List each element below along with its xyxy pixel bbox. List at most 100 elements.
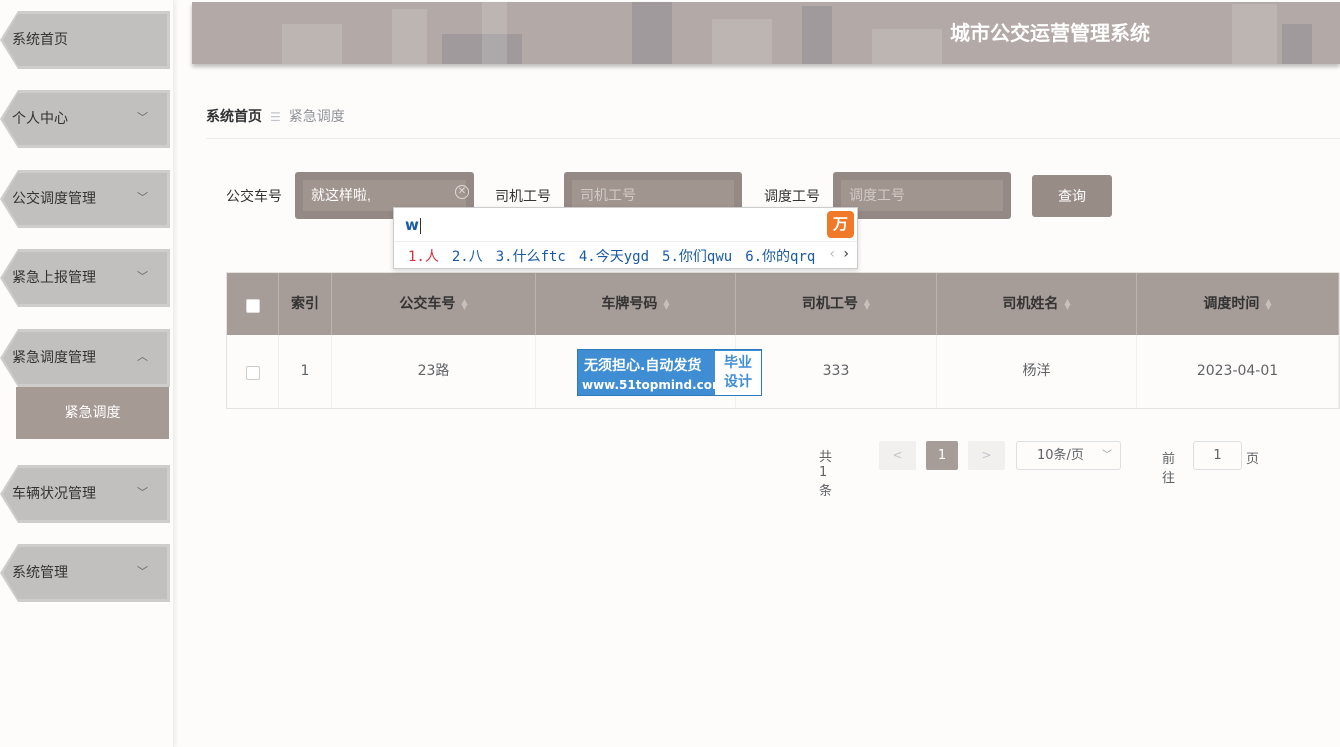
driver-id-label: 司机工号 [495,189,551,205]
column-header[interactable]: 司机姓名 ▲ ▼ [937,273,1137,335]
chevron-down-icon: ﹀ [1102,450,1112,461]
ime-composition-text: w [405,216,419,234]
sidebar-item-label: 系统首页 [12,32,68,48]
column-header[interactable]: 车牌号码 ▲ ▼ [536,273,736,335]
ime-candidate[interactable]: 4.今天ygd [579,249,649,265]
ime-candidate[interactable]: 5.你们qwu [662,249,732,265]
sidebar-item-emergency-dispatch[interactable]: 紧急调度管理 ︿ [0,329,170,387]
sidebar-item-label: 车辆状况管理 [12,486,96,502]
chevron-down-icon: ﹀ [137,270,148,283]
divider [394,241,857,242]
watermark-badge: 无须担心.自动发货 www.51topmind.com 毕业 设计 [577,349,762,396]
skyline-decoration [1232,4,1277,64]
sort-icon[interactable]: ▲ ▼ [1064,298,1070,311]
breadcrumb-home[interactable]: 系统首页 [206,109,262,125]
chevron-down-icon: ﹀ [137,191,148,204]
chevron-left-icon[interactable]: ‹ [829,246,835,262]
column-header-label: 索引 [291,296,319,312]
sort-icon[interactable]: ▲ ▼ [461,298,467,311]
chevron-down-icon: ﹀ [137,565,148,578]
sort-icon[interactable]: ▲ ▼ [1265,298,1271,311]
table-cell: 333 [736,335,937,408]
column-header-label: 司机姓名 [1002,296,1059,312]
chevron-up-icon: ︿ [137,350,148,363]
skyline-decoration [632,2,672,64]
chevron-right-icon[interactable]: › [843,246,849,262]
sidebar-item-label: 公交调度管理 [12,191,96,207]
table-cell: 23路 [332,335,536,408]
table-cell: 2023-04-01 [1137,335,1339,408]
ime-candidate-popup: w 万 1.人 2.八 3.什么ftc 4.今天ygd 5.你们qwu 6.你的qrq ‹… [393,207,858,269]
watermark-box-line: 设计 [724,374,752,390]
sidebar-item-bus-dispatch[interactable]: 公交调度管理 ﹀ [0,170,170,228]
ime-composition: w [405,216,421,234]
column-header-label: 司机工号 [801,296,858,312]
page-suffix-label: 页 [1246,452,1260,467]
sidebar-item-label: 系统管理 [12,565,68,581]
skyline-decoration [802,6,832,64]
sidebar-item-label: 紧急调度管理 [12,350,96,366]
dispatch-id-field-wrapper [833,172,1011,219]
column-header: 索引 [279,273,332,335]
watermark-box-line: 毕业 [724,355,752,371]
chevron-down-icon: ﹀ [137,111,148,124]
ime-candidate[interactable]: 3.什么ftc [496,249,566,265]
query-button[interactable]: 查询 [1032,175,1112,217]
sort-icon[interactable]: ▲ ▼ [864,298,870,311]
sort-icon[interactable]: ▲ ▼ [663,298,669,311]
skyline-decoration [872,29,942,64]
dispatch-table: 索引 公交车号 ▲ ▼ 车牌号码 ▲ ▼ 司机工号 ▲ ▼ 司机姓名 ▲ ▼ 调度时间 ▲ ▼ 1 … [226,272,1340,409]
page-size-select[interactable]: 10条/页 ﹀ [1016,441,1121,470]
watermark-box: 毕业 设计 [715,351,761,395]
ime-candidate[interactable]: 1.人 [408,249,439,265]
sidebar: 系统首页 个人中心 ﹀ 公交调度管理 ﹀ 紧急上报管理 ﹀ 紧急调度管理 ︿ 紧… [0,0,174,747]
goto-page-input[interactable]: 1 [1193,441,1242,470]
next-page-button[interactable]: > [968,441,1005,470]
skyline-decoration [482,2,507,64]
divider [206,138,1340,139]
breadcrumb-separator-icon: ☰ [270,110,281,124]
pagination-total: 共 1 条 [819,450,833,499]
clear-icon[interactable]: ✕ [455,185,469,199]
sidebar-item-personal-center[interactable]: 个人中心 ﹀ [0,90,170,148]
goto-label: 前往 [1162,452,1176,486]
select-all-cell [227,273,279,335]
skyline-decoration [712,19,772,64]
page-size-value: 10条/页 [1037,448,1084,463]
skyline-decoration [1282,24,1312,64]
sidebar-item-system-management[interactable]: 系统管理 ﹀ [0,544,170,602]
ime-candidate[interactable]: 6.你的qrq [745,249,815,265]
table-header: 索引 公交车号 ▲ ▼ 车牌号码 ▲ ▼ 司机工号 ▲ ▼ 司机姓名 ▲ ▼ 调度时间 ▲ ▼ [227,273,1339,335]
table-cell: 杨洋 [937,335,1137,408]
select-all-checkbox[interactable] [246,299,260,313]
breadcrumb: 系统首页 ☰ 紧急调度 [206,106,345,126]
sidebar-item-emergency-report[interactable]: 紧急上报管理 ﹀ [0,249,170,307]
prev-page-button[interactable]: < [879,441,916,470]
skyline-decoration [282,24,342,64]
ime-candidate[interactable]: 2.八 [452,249,483,265]
bus-no-label: 公交车号 [226,189,282,205]
sidebar-item-home[interactable]: 系统首页 [0,11,170,69]
column-header[interactable]: 调度时间 ▲ ▼ [1137,273,1339,335]
dispatch-id-input[interactable] [841,180,1003,211]
column-header-label: 调度时间 [1203,296,1260,312]
sidebar-subitem-emergency-dispatch[interactable]: 紧急调度 [16,387,169,439]
ime-logo-icon: 万 [827,211,854,238]
column-header-label: 公交车号 [399,296,456,312]
dispatch-id-label: 调度工号 [764,189,820,205]
skyline-decoration [392,9,427,64]
sidebar-item-label: 个人中心 [12,111,68,127]
column-header-label: 车牌号码 [601,296,658,312]
app-root: 系统首页 个人中心 ﹀ 公交调度管理 ﹀ 紧急上报管理 ﹀ 紧急调度管理 ︿ 紧… [0,0,1340,747]
sidebar-item-vehicle-status[interactable]: 车辆状况管理 ﹀ [0,465,170,523]
app-title: 城市公交运营管理系统 [950,21,1150,45]
row-checkbox[interactable] [246,366,260,380]
watermark-text: 无须担心.自动发货 [584,358,702,374]
text-caret [419,217,421,234]
column-header[interactable]: 司机工号 ▲ ▼ [736,273,937,335]
column-header[interactable]: 公交车号 ▲ ▼ [332,273,536,335]
sidebar-item-label: 紧急上报管理 [12,270,96,286]
page-number-current[interactable]: 1 [926,441,958,470]
header-banner: 城市公交运营管理系统 [192,2,1340,64]
ime-candidate-list: 1.人 2.八 3.什么ftc 4.今天ygd 5.你们qwu 6.你的qrq [408,246,828,266]
